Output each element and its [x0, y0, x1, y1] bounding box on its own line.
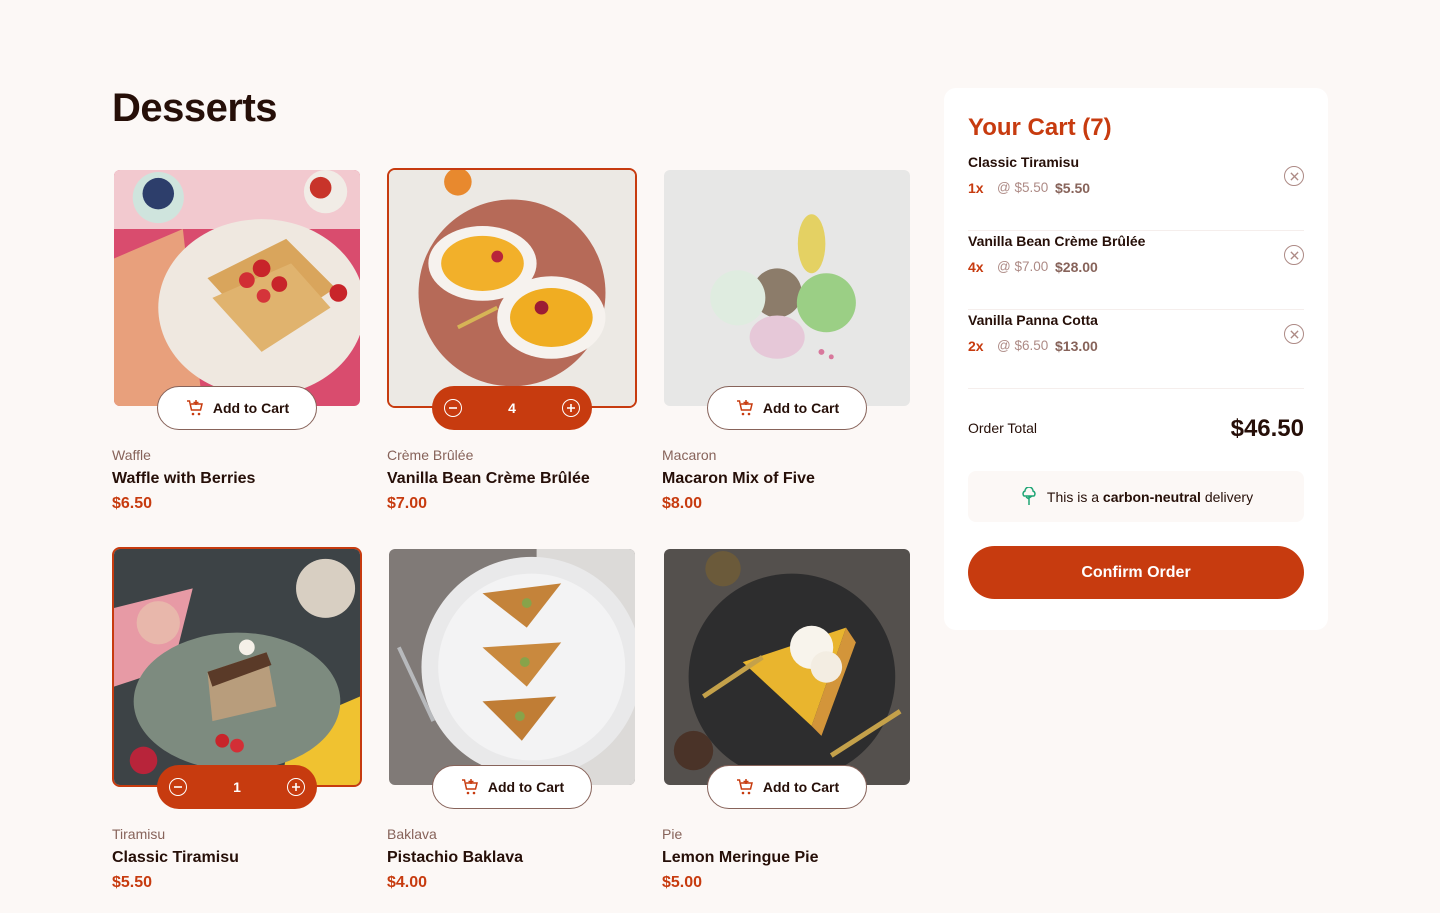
add-to-cart-icon: [736, 779, 753, 795]
product-price: $4.00: [387, 874, 428, 891]
close-icon: [1289, 250, 1299, 260]
cart-item-total: $28.00: [1055, 259, 1098, 275]
quantity-stepper: 1: [157, 765, 317, 809]
add-to-cart-icon: [736, 400, 753, 416]
cart-item-unit-price: @ $5.50: [997, 180, 1049, 195]
cart-item-name: Classic Tiramisu: [968, 154, 1080, 170]
product-price: $5.50: [112, 874, 153, 891]
product-name: Pistachio Baklava: [387, 849, 524, 866]
carbon-neutral-notice: This is a carbon-neutral delivery: [968, 471, 1304, 522]
product-card: Add to Cart Baklava Pistachio Baklava $4…: [387, 547, 637, 913]
cart-item-qty: 2x: [968, 338, 984, 354]
add-to-cart-button[interactable]: Add to Cart: [707, 765, 867, 809]
product-grid: Add to Cart Waffle Waffle with Berries $…: [112, 168, 912, 913]
add-to-cart-label: Add to Cart: [762, 779, 840, 795]
cart-item-name: Vanilla Panna Cotta: [968, 312, 1098, 328]
cart-title: Your Cart (7): [968, 114, 1112, 141]
product-category: Pie: [662, 826, 683, 842]
product-price: $7.00: [387, 495, 428, 512]
product-card: Add to Cart Waffle Waffle with Berries $…: [112, 168, 362, 547]
baklava-image: [387, 547, 637, 787]
macaron-image: [662, 168, 912, 408]
creme-brulee-image: [387, 168, 637, 408]
product-category: Macaron: [662, 447, 717, 463]
cart-item-total: $13.00: [1055, 338, 1098, 354]
carbon-text-prefix: This is a: [1046, 488, 1103, 505]
cart-item-qty: 4x: [968, 259, 984, 275]
cart-item: Vanilla Panna Cotta 2x @ $6.50 $13.00: [968, 310, 1304, 389]
quantity-stepper: 4: [432, 386, 592, 430]
pie-image: [662, 547, 912, 787]
product-price: $8.00: [662, 495, 703, 512]
add-to-cart-label: Add to Cart: [212, 400, 290, 416]
product-name: Lemon Meringue Pie: [662, 849, 819, 866]
carbon-text-bold: carbon-neutral: [1102, 488, 1201, 505]
waffle-image: [112, 168, 362, 408]
quantity-value: 1: [233, 779, 241, 795]
cart-item: Vanilla Bean Crème Brûlée 4x @ $7.00 $28…: [968, 231, 1304, 310]
product-category: Baklava: [387, 826, 437, 842]
product-card: Add to Cart Pie Lemon Meringue Pie $5.00: [662, 547, 912, 913]
cart-item-unit-price: @ $7.00: [997, 259, 1049, 274]
tiramisu-image: [112, 547, 362, 787]
order-total-label: Order Total: [968, 420, 1037, 436]
remove-item-button[interactable]: [1284, 245, 1304, 265]
close-icon: [1289, 171, 1299, 181]
cart-item-unit-price: @ $6.50: [997, 338, 1049, 353]
product-name: Vanilla Bean Crème Brûlée: [387, 470, 590, 487]
add-to-cart-button[interactable]: Add to Cart: [432, 765, 592, 809]
add-to-cart-icon: [186, 400, 203, 416]
quantity-value: 4: [508, 400, 516, 416]
add-to-cart-button[interactable]: Add to Cart: [157, 386, 317, 430]
product-category: Crème Brûlée: [387, 447, 474, 463]
cart-item-qty: 1x: [968, 180, 984, 196]
product-card: 4 Crème Brûlée Vanilla Bean Crème Brûlée…: [387, 168, 637, 547]
cart-item-total: $5.50: [1055, 180, 1091, 196]
product-price: $6.50: [112, 495, 153, 512]
increment-button[interactable]: [286, 778, 305, 796]
product-price: $5.00: [662, 874, 703, 891]
page-title: Desserts: [112, 86, 278, 130]
tree-icon: [1022, 486, 1036, 505]
minus-icon: [449, 407, 457, 409]
plus-icon: [291, 783, 300, 791]
product-name: Waffle with Berries: [112, 470, 256, 487]
order-total-value: $46.50: [1230, 415, 1304, 442]
close-icon: [1289, 329, 1299, 339]
add-to-cart-icon: [461, 779, 478, 795]
order-total: Order Total $46.50: [968, 389, 1304, 471]
product-card: 1 Tiramisu Classic Tiramisu $5.50: [112, 547, 362, 913]
carbon-text-suffix: delivery: [1200, 488, 1254, 505]
remove-item-button[interactable]: [1284, 166, 1304, 186]
product-category: Waffle: [112, 447, 151, 463]
decrement-button[interactable]: [169, 778, 187, 796]
decrement-button[interactable]: [444, 399, 462, 417]
product-name: Macaron Mix of Five: [662, 470, 815, 487]
product-name: Classic Tiramisu: [112, 849, 239, 866]
increment-button[interactable]: [561, 399, 580, 417]
minus-icon: [174, 786, 182, 788]
add-to-cart-label: Add to Cart: [487, 779, 565, 795]
cart-items: Classic Tiramisu 1x @ $5.50 $5.50 Vanill…: [968, 152, 1304, 389]
add-to-cart-button[interactable]: Add to Cart: [707, 386, 867, 430]
remove-item-button[interactable]: [1284, 324, 1304, 344]
plus-icon: [566, 404, 575, 412]
add-to-cart-label: Add to Cart: [762, 400, 840, 416]
cart-item-name: Vanilla Bean Crème Brûlée: [968, 233, 1146, 249]
cart-item: Classic Tiramisu 1x @ $5.50 $5.50: [968, 152, 1304, 231]
confirm-order-button[interactable]: Confirm Order: [968, 546, 1304, 599]
product-card: Add to Cart Macaron Macaron Mix of Five …: [662, 168, 912, 547]
cart-panel: Your Cart (7) Classic Tiramisu 1x @ $5.5…: [944, 88, 1328, 630]
product-category: Tiramisu: [112, 826, 166, 842]
